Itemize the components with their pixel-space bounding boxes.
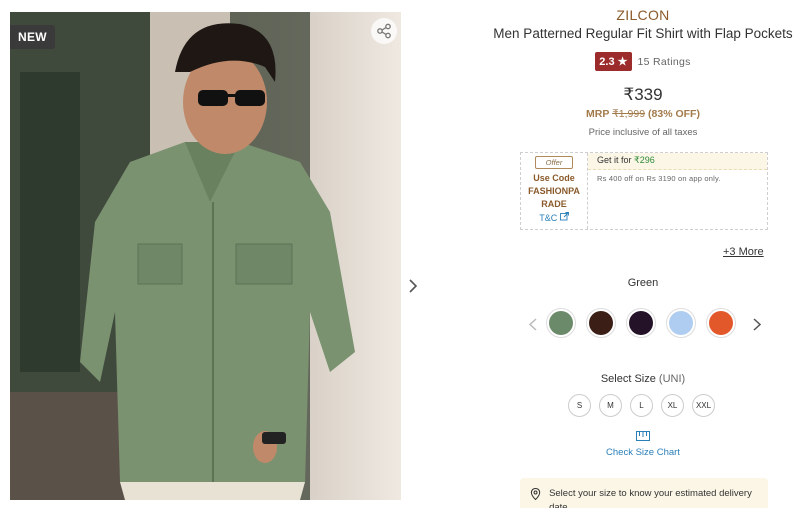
size-option-s[interactable]: S bbox=[568, 394, 591, 417]
ruler-icon bbox=[636, 431, 650, 441]
offer-description: Rs 400 off on Rs 3190 on app only. bbox=[597, 174, 721, 183]
swatch-fill bbox=[709, 311, 733, 335]
size-chart-label: Check Size Chart bbox=[606, 447, 680, 458]
size-options: S M L XL XXL bbox=[568, 394, 715, 417]
selected-color-label: Green bbox=[627, 277, 659, 289]
color-swatch-dark-purple[interactable] bbox=[626, 308, 656, 338]
swatch-next-button[interactable] bbox=[750, 316, 764, 332]
product-title: Men Patterned Regular Fit Shirt with Fla… bbox=[493, 26, 793, 41]
coupon-code[interactable]: Use Code FASHIONPA RADE bbox=[524, 172, 584, 211]
discount-percent: (83% OFF) bbox=[648, 108, 700, 120]
swatch-fill bbox=[589, 311, 613, 335]
offer-details: Get it for ₹296 Rs 400 off on Rs 3190 on… bbox=[588, 153, 767, 229]
size-label-text: Select Size bbox=[600, 373, 656, 385]
location-pin-icon bbox=[530, 487, 541, 501]
color-swatch-green[interactable] bbox=[546, 308, 576, 338]
color-swatch-light-blue[interactable] bbox=[666, 308, 696, 338]
offer-headline-prefix: Get it for bbox=[597, 155, 632, 165]
terms-link[interactable]: T&C bbox=[539, 212, 569, 223]
swatch-fill bbox=[629, 311, 653, 335]
color-swatch-orange[interactable] bbox=[706, 308, 736, 338]
rating-count: 15 Ratings bbox=[637, 55, 691, 68]
external-link-icon bbox=[559, 212, 569, 221]
chevron-left-icon bbox=[529, 317, 537, 331]
product-image-gallery[interactable]: NEW bbox=[10, 12, 401, 500]
delivery-estimate-box: Select your size to know your estimated … bbox=[520, 478, 768, 508]
new-badge: NEW bbox=[10, 25, 55, 49]
offer-tag-icon: Offer bbox=[535, 156, 573, 169]
swatch-fill bbox=[669, 311, 693, 335]
offer-headline: Get it for ₹296 bbox=[588, 153, 767, 170]
rating-row[interactable]: 2.3 ★ 15 Ratings bbox=[480, 52, 800, 71]
size-option-m[interactable]: M bbox=[599, 394, 622, 417]
size-option-l[interactable]: L bbox=[630, 394, 653, 417]
tax-note: Price inclusive of all taxes bbox=[588, 127, 698, 138]
size-option-xl[interactable]: XL bbox=[661, 394, 684, 417]
mrp-row: MRP ₹1,999 (83% OFF) bbox=[480, 108, 800, 120]
offer-card: Offer Use Code FASHIONPA RADE T&C Get it… bbox=[520, 152, 768, 230]
coupon-code-line: Use Code bbox=[533, 173, 575, 183]
delivery-message: Select your size to know your estimated … bbox=[549, 488, 752, 508]
rating-badge: 2.3 ★ bbox=[595, 52, 632, 71]
color-swatch-brown[interactable] bbox=[586, 308, 616, 338]
mrp-value: ₹1,999 bbox=[612, 108, 646, 120]
share-button[interactable] bbox=[371, 18, 397, 44]
mrp-prefix: MRP bbox=[586, 108, 610, 120]
chevron-right-icon bbox=[753, 317, 761, 331]
size-unit: (UNI) bbox=[658, 373, 686, 385]
chevron-right-icon bbox=[409, 279, 418, 293]
size-chart-link[interactable]: Check Size Chart bbox=[480, 428, 800, 458]
share-icon bbox=[377, 23, 391, 39]
brand-name[interactable]: ZILCON bbox=[480, 7, 800, 23]
color-swatch-row bbox=[526, 307, 766, 341]
more-offers-link[interactable]: +3 More bbox=[723, 246, 764, 258]
offer-code-panel: Offer Use Code FASHIONPA RADE T&C bbox=[521, 153, 588, 229]
gallery-next-button[interactable] bbox=[404, 275, 422, 297]
size-option-xxl[interactable]: XXL bbox=[692, 394, 715, 417]
terms-label: T&C bbox=[539, 213, 558, 223]
selling-price: ₹339 bbox=[623, 85, 663, 104]
swatch-fill bbox=[549, 311, 573, 335]
coupon-code-line: FASHIONPA bbox=[528, 186, 580, 196]
offer-price: ₹296 bbox=[634, 155, 655, 165]
coupon-code-line: RADE bbox=[541, 199, 567, 209]
swatch-prev-button[interactable] bbox=[526, 316, 540, 332]
product-photo bbox=[10, 12, 401, 500]
size-label: Select Size (UNI) bbox=[480, 373, 800, 385]
